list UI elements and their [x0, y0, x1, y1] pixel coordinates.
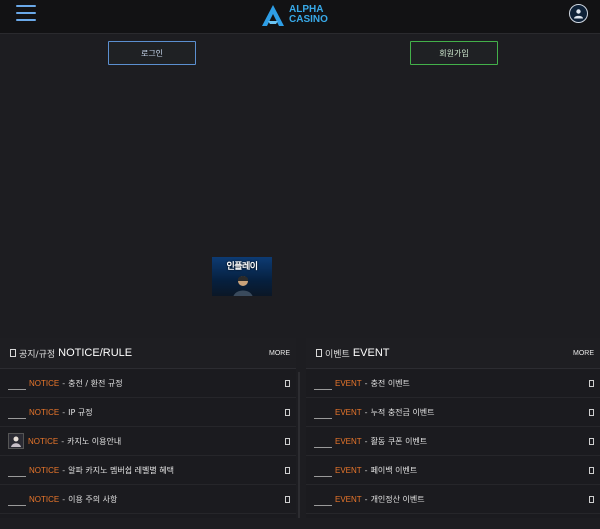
notice-thumbnail — [8, 433, 24, 449]
event-panel: 이벤트 EVENT MORE EVENT - 충전 이벤트 EVENT - 누적… — [306, 338, 600, 518]
row-underline — [8, 476, 26, 477]
box-icon — [589, 438, 594, 445]
player-illustration — [233, 276, 253, 296]
notice-tag: NOTICE — [29, 407, 60, 417]
logo-text-line2: CASINO — [289, 14, 328, 25]
hamburger-icon[interactable] — [16, 5, 36, 23]
list-item[interactable]: NOTICE - 이용 주의 사항 — [0, 485, 296, 514]
box-icon — [285, 496, 290, 503]
row-underline — [314, 389, 332, 390]
row-underline — [314, 505, 332, 506]
box-icon — [285, 409, 290, 416]
inplay-banner[interactable]: 인플레이 — [212, 257, 272, 296]
list-item[interactable]: EVENT - 충전 이벤트 — [306, 369, 600, 398]
notice-tag: NOTICE — [28, 436, 59, 446]
box-icon — [10, 349, 16, 357]
event-title: 개인정산 이벤트 — [370, 494, 425, 504]
event-more-link[interactable]: MORE — [573, 350, 594, 357]
notice-tag: NOTICE — [29, 378, 60, 388]
row-underline — [8, 418, 26, 419]
notice-title-en: NOTICE/RULE — [58, 347, 133, 359]
list-item[interactable]: EVENT - 개인정산 이벤트 — [306, 485, 600, 514]
list-item[interactable]: NOTICE - IP 규정 — [0, 398, 296, 427]
notice-title: 카지노 이용안내 — [67, 436, 122, 446]
logo-mark-icon — [262, 5, 284, 26]
list-item[interactable]: EVENT - 누적 충전금 이벤트 — [306, 398, 600, 427]
event-title: 누적 충전금 이벤트 — [370, 407, 435, 417]
box-icon — [285, 380, 290, 387]
row-underline — [8, 505, 26, 506]
notice-title: 알파 카지노 멤버쉽 레벨별 혜택 — [68, 465, 174, 475]
row-underline — [314, 447, 332, 448]
event-tag: EVENT — [335, 494, 362, 504]
event-tag: EVENT — [335, 436, 362, 446]
event-tag: EVENT — [335, 378, 362, 388]
list-item[interactable]: NOTICE - 충전 / 환전 규정 — [0, 369, 296, 398]
notice-panel: 공지/규정 NOTICE/RULE MORE NOTICE - 충전 / 환전 … — [0, 338, 296, 518]
event-title-en: EVENT — [352, 347, 390, 359]
box-icon — [285, 467, 290, 474]
event-title-ko: 이벤트 — [325, 349, 350, 360]
row-underline — [314, 418, 332, 419]
event-tag: EVENT — [335, 465, 362, 475]
notice-tag: NOTICE — [29, 494, 60, 504]
signup-button[interactable]: 회원가입 — [410, 41, 498, 65]
box-icon — [589, 496, 594, 503]
list-item[interactable]: NOTICE - 카지노 이용안내 — [0, 427, 296, 456]
notice-title-ko: 공지/규정 — [19, 349, 56, 360]
notice-tag: NOTICE — [29, 465, 60, 475]
notice-title: 이용 주의 사항 — [68, 494, 118, 504]
list-item[interactable]: NOTICE - 알파 카지노 멤버쉽 레벨별 혜택 — [0, 456, 296, 485]
panel-divider — [298, 372, 300, 518]
alpha-casino-logo[interactable]: ALPHA CASINO — [260, 2, 328, 28]
banner-title: 인플레이 — [226, 262, 258, 272]
event-title: 충전 이벤트 — [370, 378, 410, 388]
user-icon[interactable] — [569, 4, 588, 23]
notice-title: IP 규정 — [68, 407, 93, 417]
row-underline — [8, 389, 26, 390]
box-icon — [589, 467, 594, 474]
list-item[interactable]: EVENT - 활동 쿠폰 이벤트 — [306, 427, 600, 456]
box-icon — [285, 438, 290, 445]
login-button[interactable]: 로그인 — [108, 41, 196, 65]
box-icon — [589, 380, 594, 387]
notice-more-link[interactable]: MORE — [269, 350, 290, 357]
event-title: 페이백 이벤트 — [370, 465, 418, 475]
event-panel-header: 이벤트 EVENT MORE — [306, 338, 600, 369]
row-underline — [314, 476, 332, 477]
box-icon — [589, 409, 594, 416]
box-icon — [316, 349, 322, 357]
notice-title: 충전 / 환전 규정 — [68, 378, 123, 388]
list-item[interactable]: EVENT - 페이백 이벤트 — [306, 456, 600, 485]
event-tag: EVENT — [335, 407, 362, 417]
event-title: 활동 쿠폰 이벤트 — [370, 436, 428, 446]
top-bar: ALPHA CASINO — [0, 0, 600, 34]
notice-panel-header: 공지/규정 NOTICE/RULE MORE — [0, 338, 296, 369]
